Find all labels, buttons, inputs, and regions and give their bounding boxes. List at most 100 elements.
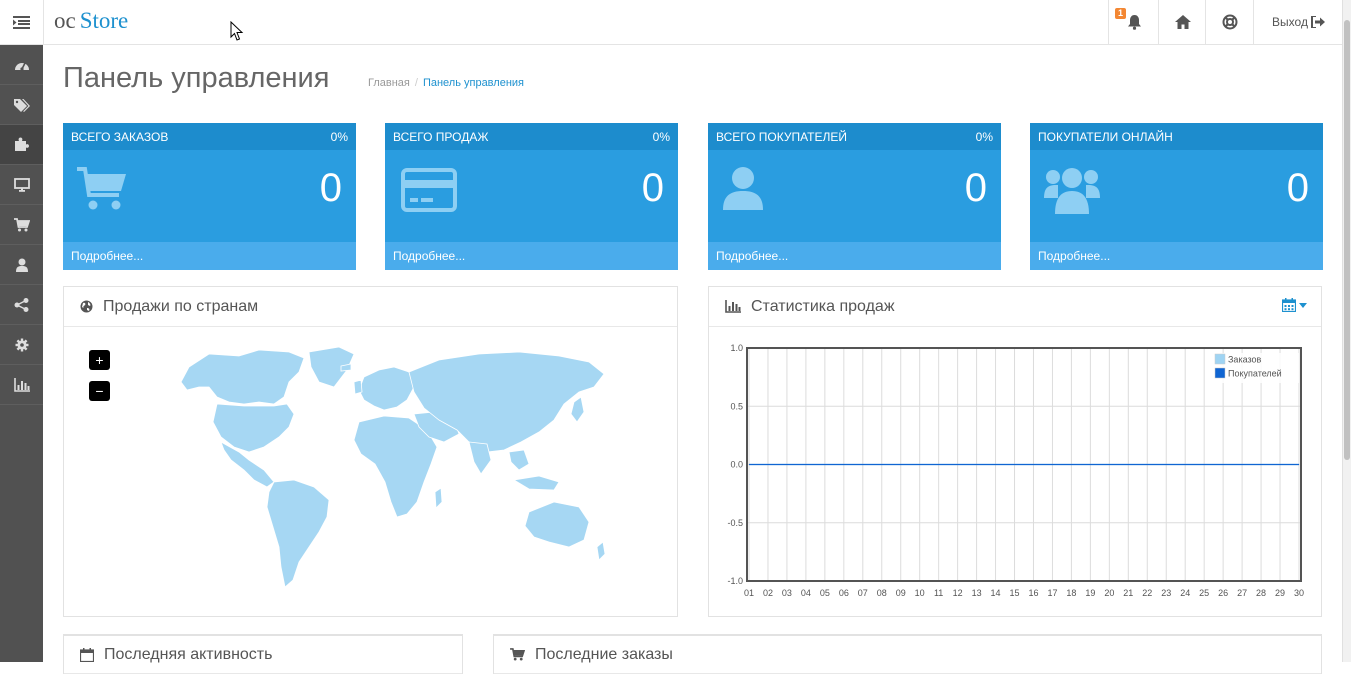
panel-title: Последние заказы <box>535 645 673 663</box>
home-button[interactable] <box>1158 0 1206 44</box>
panel-title: Статистика продаж <box>751 297 895 315</box>
chart-x-tick-label: 10 <box>915 588 925 598</box>
tile-title: Всего заказов <box>71 129 169 144</box>
panel-title: Продажи по странам <box>103 297 259 315</box>
credit-card-icon <box>401 168 457 212</box>
tile-value: 0 <box>1286 166 1309 210</box>
chart-x-tick-label: 25 <box>1199 588 1209 598</box>
map-countries <box>180 346 606 588</box>
chart-y-tick-label: 0.5 <box>730 401 743 411</box>
bar-chart-icon <box>725 300 741 313</box>
menu-toggle-button[interactable] <box>0 0 44 44</box>
breadcrumb-home-link[interactable]: Главная <box>368 77 410 89</box>
chart-x-tick-label: 28 <box>1256 588 1266 598</box>
sidebar-item-catalog[interactable] <box>0 85 43 125</box>
chart-x-tick-label: 21 <box>1123 588 1133 598</box>
user-icon <box>15 258 28 272</box>
panel-header: Последние заказы <box>494 636 1321 674</box>
life-ring-icon <box>1222 14 1238 30</box>
breadcrumb-current-link[interactable]: Панель управления <box>423 77 524 89</box>
cart-icon <box>510 648 525 661</box>
caret-down-icon <box>1299 302 1307 308</box>
chart-x-tick-label: 03 <box>782 588 792 598</box>
alerts-count-badge: 1 <box>1115 8 1127 19</box>
chart-x-tick-label: 23 <box>1161 588 1171 598</box>
recent-orders-panel: Последние заказы <box>493 634 1322 674</box>
tile-title: Всего продаж <box>393 129 489 144</box>
tile-title: Всего покупателей <box>716 129 848 144</box>
logo[interactable]: oc Store <box>54 6 128 36</box>
logo-prefix: oc <box>54 8 76 33</box>
chart-x-tick-label: 18 <box>1066 588 1076 598</box>
tile-more-link[interactable]: Подробнее... <box>1030 242 1323 270</box>
alerts-button[interactable] <box>1108 0 1159 44</box>
sidebar-item-sales[interactable] <box>0 205 43 245</box>
tile-total-customers: Всего покупателей 0% 0 Подробнее... <box>708 123 1001 270</box>
scrollbar-thumb[interactable] <box>1344 20 1350 460</box>
chart-legend-swatch <box>1214 353 1226 365</box>
date-range-dropdown[interactable] <box>1282 298 1307 312</box>
cart-icon <box>13 217 30 231</box>
tile-more-link[interactable]: Подробнее... <box>708 242 1001 270</box>
tile-header: Всего покупателей 0% <box>708 123 1001 150</box>
tile-body: 0 <box>1030 150 1323 242</box>
tile-more-link[interactable]: Подробнее... <box>385 242 678 270</box>
tile-more-link[interactable]: Подробнее... <box>63 242 356 270</box>
chart-y-tick-label: -1.0 <box>727 576 743 586</box>
help-button[interactable] <box>1205 0 1254 44</box>
tile-total-orders: Всего заказов 0% 0 Подробнее... <box>63 123 356 270</box>
chart-x-tick-label: 09 <box>896 588 906 598</box>
panel-header: Последняя активность <box>64 636 462 674</box>
home-icon <box>1174 15 1191 29</box>
sidebar-item-system[interactable] <box>0 325 43 365</box>
map-zoom-out-button[interactable]: − <box>89 381 110 401</box>
tile-percent: 0% <box>652 129 670 144</box>
sales-statistics-panel: Статистика продаж 01 02 03 04 05 06 07 08 09 10 11… <box>708 286 1322 617</box>
bar-chart-icon <box>13 377 30 392</box>
chart-x-tick-label: 07 <box>858 588 868 598</box>
recent-activity-panel: Последняя активность <box>63 634 463 674</box>
panel-title: Последняя активность <box>104 645 273 663</box>
chart-y-tick-label: 1.0 <box>730 343 743 353</box>
chart-y-tick-label: 0.0 <box>730 460 743 470</box>
sidebar-item-reports[interactable] <box>0 365 43 405</box>
logout-button[interactable]: Выход <box>1253 0 1343 44</box>
puzzle-icon <box>15 137 29 151</box>
tile-customers-online: Покупатели онлайн 0 Подробнее... <box>1030 123 1323 270</box>
chart-x-tick-label: 29 <box>1275 588 1285 598</box>
chart-x-tick-label: 13 <box>972 588 982 598</box>
logo-name: Store <box>79 8 129 33</box>
map-zoom-in-button[interactable]: + <box>89 350 110 370</box>
dashboard-icon <box>14 62 29 71</box>
chart-x-tick-label: 27 <box>1237 588 1247 598</box>
tile-percent: 0% <box>975 129 993 144</box>
bell-icon <box>1127 15 1141 30</box>
tile-body: 0 <box>708 150 1001 242</box>
chart-x-tick-label: 19 <box>1085 588 1095 598</box>
sidebar-item-dashboard[interactable] <box>0 45 43 85</box>
sidebar <box>0 45 43 662</box>
tile-total-sales: Всего продаж 0% 0 Подробнее... <box>385 123 678 270</box>
chart-legend-label: Заказов <box>1228 355 1262 365</box>
chart-y-tick-label: -0.5 <box>727 518 743 528</box>
cart-icon <box>77 167 126 210</box>
chart-x-tick-label: 26 <box>1218 588 1228 598</box>
tags-icon <box>13 98 30 112</box>
chart-x-tick-label: 30 <box>1294 588 1304 598</box>
sidebar-item-extensions[interactable] <box>0 125 43 165</box>
chart-x-tick-label: 22 <box>1142 588 1152 598</box>
sidebar-item-customers[interactable] <box>0 245 43 285</box>
tile-header: Покупатели онлайн <box>1030 123 1323 150</box>
page-title: Панель управления <box>63 62 330 94</box>
breadcrumb: Главная / Панель управления <box>368 77 524 89</box>
sales-by-country-panel: Продажи по странам + − <box>63 286 678 617</box>
sidebar-item-marketing[interactable] <box>0 285 43 325</box>
sign-out-icon <box>1310 16 1325 28</box>
calendar-icon <box>80 647 94 662</box>
gear-icon <box>15 338 28 351</box>
tile-value: 0 <box>641 166 664 210</box>
mouse-cursor-icon <box>230 21 244 41</box>
sidebar-item-design[interactable] <box>0 165 43 205</box>
tile-body: 0 <box>385 150 678 242</box>
world-map[interactable] <box>169 342 609 597</box>
